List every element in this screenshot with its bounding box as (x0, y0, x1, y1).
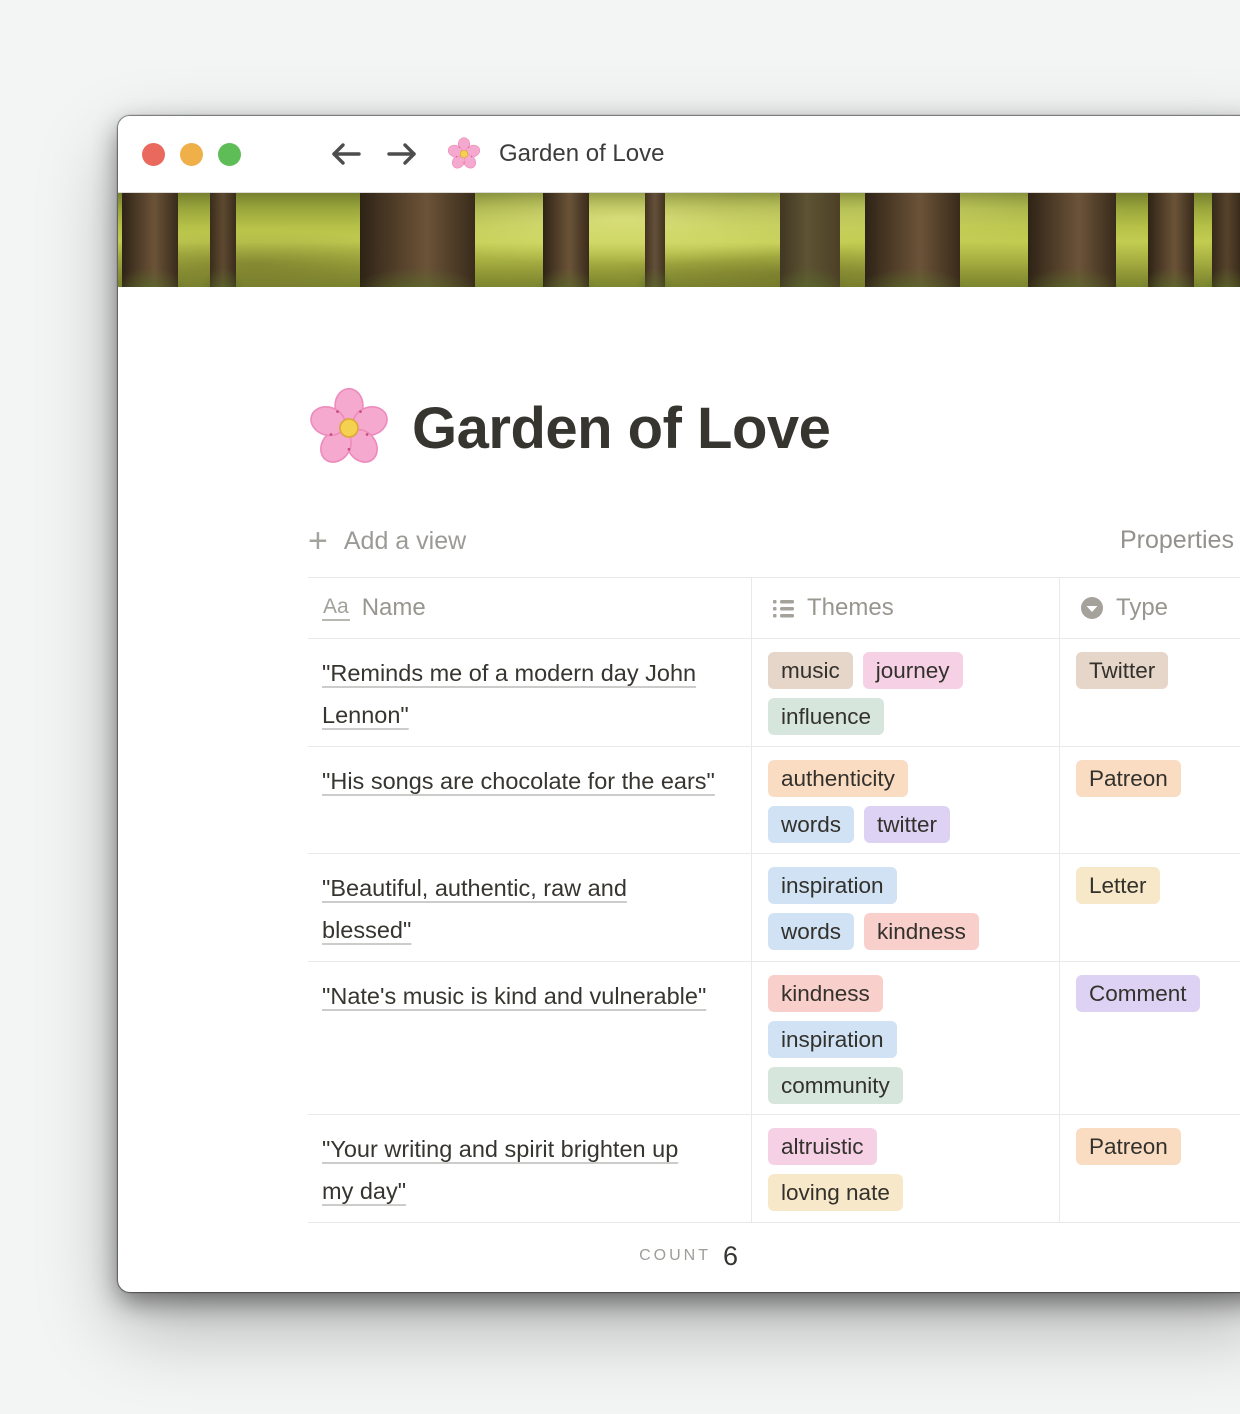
type-cell[interactable]: Twitter (1060, 639, 1240, 746)
type-cell[interactable]: Patreon (1060, 747, 1240, 853)
count-calculation[interactable]: COUNT 6 (308, 1223, 752, 1283)
back-button[interactable] (329, 141, 363, 167)
add-view-button[interactable]: + Add a view (308, 526, 466, 556)
type-cell[interactable]: Patreon (1060, 1115, 1240, 1222)
table-row: "His songs are chocolate for the ears" a… (308, 747, 1240, 854)
theme-tag: words (768, 913, 854, 950)
name-cell[interactable]: "Beautiful, authentic, raw and blessed" (308, 854, 752, 961)
table-header-row: Aa Name Themes (308, 577, 1240, 639)
type-tag: Twitter (1076, 652, 1168, 689)
theme-tag: words (768, 806, 854, 843)
tree-trunk (122, 193, 178, 287)
theme-tag: twitter (864, 806, 950, 843)
table-row: "Reminds me of a modern day John Lennon"… (308, 639, 1240, 747)
theme-tag: authenticity (768, 760, 908, 797)
type-tag: Patreon (1076, 1128, 1181, 1165)
table-row: "Your writing and spirit brighten up my … (308, 1115, 1240, 1223)
theme-tag: loving nate (768, 1174, 903, 1211)
themes-cell[interactable]: authenticity words twitter (752, 747, 1060, 853)
database-table: Aa Name Themes (308, 577, 1240, 1283)
column-header-name[interactable]: Aa Name (308, 578, 752, 638)
column-header-themes[interactable]: Themes (752, 578, 1060, 638)
page-title: Garden of Love (412, 395, 830, 462)
theme-tag: kindness (768, 975, 883, 1012)
page-title-emoji cherry-blossom-icon (308, 387, 390, 469)
themes-cell[interactable]: kindness inspiration community (752, 962, 1060, 1114)
table-footer: COUNT 6 (308, 1223, 1240, 1283)
multi-select-list-icon (772, 597, 795, 620)
page-header: Garden of Love (308, 391, 1240, 465)
table-row: "Beautiful, authentic, raw and blessed" … (308, 854, 1240, 962)
name-cell[interactable]: "Your writing and spirit brighten up my … (308, 1115, 752, 1222)
theme-tag: inspiration (768, 867, 897, 904)
name-cell[interactable]: "His songs are chocolate for the ears" (308, 747, 752, 853)
minimize-window-button[interactable] (180, 143, 203, 166)
theme-tag: inspiration (768, 1021, 897, 1058)
select-dropdown-icon (1080, 596, 1104, 620)
plus-icon: + (308, 526, 328, 556)
theme-tag: community (768, 1067, 903, 1104)
theme-tag: altruistic (768, 1128, 877, 1165)
type-cell[interactable]: Letter (1060, 854, 1240, 961)
count-label: COUNT (639, 1247, 711, 1265)
type-tag: Patreon (1076, 760, 1181, 797)
arrow-right-icon (385, 141, 419, 167)
name-cell[interactable]: "Reminds me of a modern day John Lennon" (308, 639, 752, 746)
themes-cell[interactable]: inspiration words kindness (752, 854, 1060, 961)
cherry-blossom-icon (447, 137, 481, 171)
column-header-type[interactable]: Type (1060, 578, 1240, 638)
window-title: Garden of Love (499, 140, 664, 168)
type-tag: Letter (1076, 867, 1160, 904)
maximize-window-button[interactable] (218, 143, 241, 166)
type-cell[interactable]: Comment (1060, 962, 1240, 1114)
app-window: Garden of Love Garden of Love + Add a vi… (118, 116, 1240, 1292)
close-window-button[interactable] (142, 143, 165, 166)
theme-tag: influence (768, 698, 884, 735)
table-row: "Nate's music is kind and vulnerable" ki… (308, 962, 1240, 1115)
page-cover-image (118, 192, 1240, 287)
themes-cell[interactable]: altruistic loving nate (752, 1115, 1060, 1222)
properties-button[interactable]: Properties (1120, 526, 1234, 555)
views-toolbar: + Add a view Properties (308, 523, 1240, 559)
themes-cell[interactable]: music journey influence (752, 639, 1060, 746)
theme-tag: journey (863, 652, 963, 689)
theme-tag: music (768, 652, 853, 689)
titlebar: Garden of Love (118, 116, 1240, 192)
type-tag: Comment (1076, 975, 1200, 1012)
title-text-icon: Aa (322, 596, 350, 621)
name-cell[interactable]: "Nate's music is kind and vulnerable" (308, 962, 752, 1114)
arrow-left-icon (329, 141, 363, 167)
theme-tag: kindness (864, 913, 979, 950)
page-content: Garden of Love + Add a view Properties A… (118, 391, 1240, 1283)
count-value: 6 (723, 1241, 738, 1272)
desktop: { "palette": { "brown": "#e6d5c9", "pink… (0, 0, 1240, 1414)
forward-button[interactable] (385, 141, 419, 167)
